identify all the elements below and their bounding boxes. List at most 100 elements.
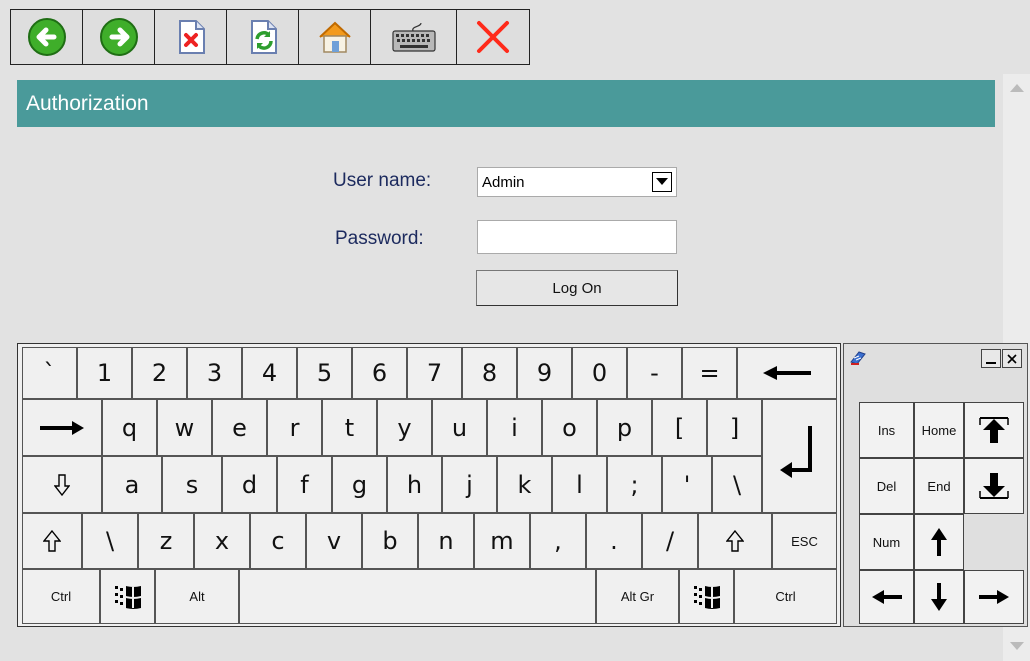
key-o[interactable]: o [542,399,597,456]
minimize-button[interactable] [981,349,1001,368]
key-8[interactable]: 8 [462,347,517,399]
key-semicolon[interactable]: ; [607,456,662,513]
document-refresh-icon [250,20,277,54]
minimize-icon [986,361,996,364]
key-u[interactable]: u [432,399,487,456]
key-page-up[interactable] [964,402,1024,458]
key-y[interactable]: y [377,399,432,456]
key-right[interactable] [964,570,1024,624]
key-esc[interactable]: ESC [772,513,837,569]
back-button[interactable] [11,10,83,64]
key-r[interactable]: r [267,399,322,456]
key-3[interactable]: 3 [187,347,242,399]
stop-button[interactable] [155,10,227,64]
key-shift-right[interactable] [698,513,772,569]
key-9[interactable]: 9 [517,347,572,399]
key-q[interactable]: q [102,399,157,456]
key-space[interactable] [239,569,596,624]
key-backspace[interactable] [737,347,837,399]
key-left-bracket[interactable]: [ [652,399,707,456]
key-backslash[interactable]: \ [712,456,762,513]
key-windows-right[interactable] [679,569,734,624]
password-field[interactable] [477,220,677,254]
key-2[interactable]: 2 [132,347,187,399]
arrow-left-green-icon [27,18,66,56]
key-equals[interactable]: = [682,347,737,399]
home-icon [318,21,351,53]
key-alt[interactable]: Alt [155,569,239,624]
forward-button[interactable] [83,10,155,64]
key-k[interactable]: k [497,456,552,513]
key-t[interactable]: t [322,399,377,456]
key-p[interactable]: p [597,399,652,456]
key-a[interactable]: a [102,456,162,513]
key-home[interactable]: Home [914,402,964,458]
key-num[interactable]: Num [859,514,914,570]
key-1[interactable]: 1 [77,347,132,399]
key-ctrl-left[interactable]: Ctrl [22,569,100,624]
arrow-right-icon [979,590,1009,604]
key-down[interactable] [914,570,964,624]
triangle-up-icon [1010,84,1024,92]
close-x-red-icon [477,21,509,53]
close-button[interactable] [457,10,529,64]
key-g[interactable]: g [332,456,387,513]
key-d[interactable]: d [222,456,277,513]
key-page-down[interactable] [964,458,1024,514]
key-f[interactable]: f [277,456,332,513]
key-del[interactable]: Del [859,458,914,514]
key-ctrl-right[interactable]: Ctrl [734,569,837,624]
key-s[interactable]: s [162,456,222,513]
key-ins[interactable]: Ins [859,402,914,458]
key-6[interactable]: 6 [352,347,407,399]
key-windows-left[interactable] [100,569,155,624]
dropdown-button[interactable] [652,172,672,192]
key-up[interactable] [914,514,964,570]
key-j[interactable]: j [442,456,497,513]
key-c[interactable]: c [250,513,306,569]
key-0[interactable]: 0 [572,347,627,399]
key-shift-left[interactable] [22,513,82,569]
key-period[interactable]: . [586,513,642,569]
key-l[interactable]: l [552,456,607,513]
key-e[interactable]: e [212,399,267,456]
key-comma[interactable]: , [530,513,586,569]
key-h[interactable]: h [387,456,442,513]
numpad-panel: Ins Home Del End Num [843,343,1028,627]
key-n[interactable]: n [418,513,474,569]
key-x[interactable]: x [194,513,250,569]
scroll-up-button[interactable] [1006,76,1028,100]
log-on-button[interactable]: Log On [476,270,678,306]
arrow-left-icon [763,366,811,380]
key-w[interactable]: w [157,399,212,456]
key-7[interactable]: 7 [407,347,462,399]
key-5[interactable]: 5 [297,347,352,399]
arrow-down-outline-icon [54,473,70,496]
numpad-titlebar[interactable] [844,344,1027,374]
key-b[interactable]: b [362,513,418,569]
refresh-button[interactable] [227,10,299,64]
key-backslash-2[interactable]: \ [82,513,138,569]
key-backtick[interactable]: ` [22,347,77,399]
key-enter[interactable] [762,399,837,513]
key-i[interactable]: i [487,399,542,456]
key-4[interactable]: 4 [242,347,297,399]
home-button[interactable] [299,10,371,64]
key-tab[interactable] [22,399,102,456]
close-button[interactable] [1002,349,1022,368]
arrow-up-icon [931,528,947,556]
key-caps-lock[interactable] [22,456,102,513]
key-slash[interactable]: / [642,513,698,569]
key-m[interactable]: m [474,513,530,569]
key-end[interactable]: End [914,458,964,514]
key-alt-gr[interactable]: Alt Gr [596,569,679,624]
key-z[interactable]: z [138,513,194,569]
scroll-down-button[interactable] [1006,634,1028,658]
user-name-select[interactable]: Admin [477,167,677,197]
key-v[interactable]: v [306,513,362,569]
key-right-bracket[interactable]: ] [707,399,762,456]
key-minus[interactable]: - [627,347,682,399]
key-left[interactable] [859,570,914,624]
keyboard-button[interactable] [371,10,457,64]
key-apostrophe[interactable]: ' [662,456,712,513]
